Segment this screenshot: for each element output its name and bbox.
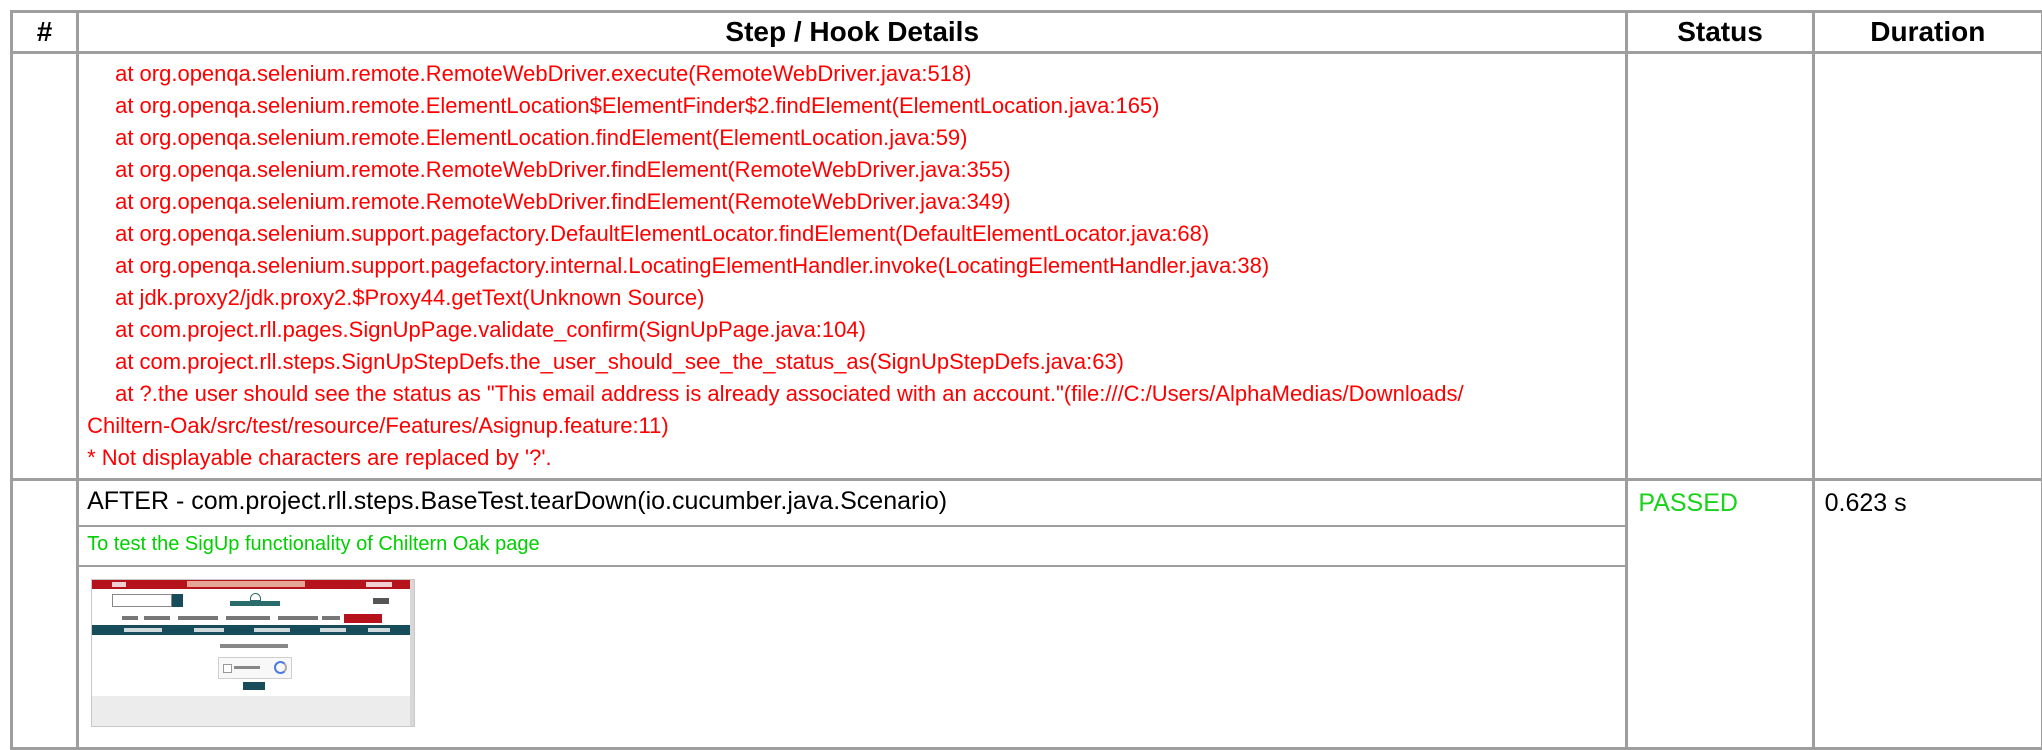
- header-duration: Duration: [1813, 12, 2042, 53]
- hook-status-cell: PASSED: [1627, 480, 1813, 749]
- hook-details-cell: AFTER - com.project.rll.steps.BaseTest.t…: [78, 480, 1627, 749]
- trace-note: * Not displayable characters are replace…: [87, 442, 1617, 474]
- header-number: #: [12, 12, 78, 53]
- hook-title: AFTER - com.project.rll.steps.BaseTest.t…: [79, 481, 1625, 527]
- row-number-cell: [12, 53, 78, 480]
- trace-line: at org.openqa.selenium.remote.RemoteWebD…: [87, 186, 1617, 218]
- thumb-promo-text: [187, 581, 305, 587]
- trace-line: at org.openqa.selenium.support.pagefacto…: [87, 218, 1617, 250]
- trace-line: at org.openqa.selenium.support.pagefacto…: [87, 250, 1617, 282]
- trace-line: Chiltern-Oak/src/test/resource/Features/…: [87, 410, 1617, 442]
- trace-line: at ?.the user should see the status as "…: [87, 378, 1617, 410]
- row-number-cell: [12, 480, 78, 749]
- thumb-footer: [92, 696, 414, 726]
- thumb-nav: [122, 614, 392, 622]
- thumb-recaptcha: [218, 657, 292, 679]
- report-container: # Step / Hook Details Status Duration at…: [10, 10, 2042, 750]
- duration-value: 0.623 s: [1815, 481, 2041, 526]
- thumb-user-cart-icons: [373, 598, 389, 604]
- trace-line: at com.project.rll.steps.SignUpStepDefs.…: [87, 346, 1617, 378]
- trace-line: at com.project.rll.pages.SignUpPage.vali…: [87, 314, 1617, 346]
- table-row: AFTER - com.project.rll.steps.BaseTest.t…: [12, 480, 2042, 749]
- step-hook-table: # Step / Hook Details Status Duration at…: [10, 10, 2042, 750]
- screenshot-container: [79, 567, 1625, 747]
- thumb-search-icon: [172, 594, 183, 607]
- thumb-info-bar: [92, 625, 414, 635]
- trace-line: at org.openqa.selenium.remote.RemoteWebD…: [87, 154, 1617, 186]
- trace-line: at org.openqa.selenium.remote.RemoteWebD…: [87, 58, 1617, 90]
- screenshot-thumbnail[interactable]: [91, 579, 415, 727]
- table-row: at org.openqa.selenium.remote.RemoteWebD…: [12, 53, 2042, 480]
- header-status: Status: [1627, 12, 1813, 53]
- trace-line: at org.openqa.selenium.remote.ElementLoc…: [87, 122, 1617, 154]
- thumb-logo: [230, 593, 280, 609]
- thumb-search-input: [112, 594, 172, 607]
- stack-trace-cell: at org.openqa.selenium.remote.RemoteWebD…: [78, 53, 1627, 480]
- trace-line: at org.openqa.selenium.remote.ElementLoc…: [87, 90, 1617, 122]
- header-step-hook-details: Step / Hook Details: [78, 12, 1627, 53]
- thumb-social-icons: [112, 582, 126, 587]
- hook-duration-cell: 0.623 s: [1813, 480, 2042, 749]
- table-header-row: # Step / Hook Details Status Duration: [12, 12, 2042, 53]
- hook-description: To test the SigUp functionality of Chilt…: [79, 527, 1625, 567]
- thumb-scrollbar: [410, 580, 414, 726]
- thumb-submit-button: [243, 682, 265, 690]
- status-badge: PASSED: [1628, 481, 1811, 526]
- thumb-message-text: [220, 644, 288, 648]
- duration-cell-empty: [1813, 53, 2042, 480]
- thumb-phone: [366, 582, 392, 587]
- thumb-top-bar: [92, 580, 414, 589]
- status-cell-empty: [1627, 53, 1813, 480]
- trace-line: at jdk.proxy2/jdk.proxy2.$Proxy44.getTex…: [87, 282, 1617, 314]
- stack-trace: at org.openqa.selenium.remote.RemoteWebD…: [79, 54, 1625, 478]
